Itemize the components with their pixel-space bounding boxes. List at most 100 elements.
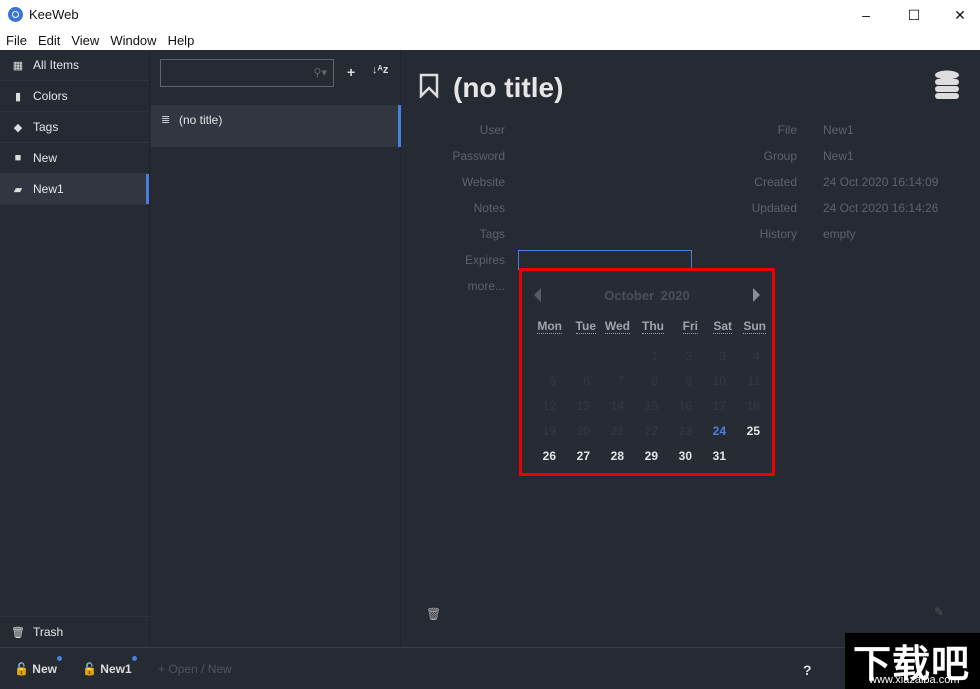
field-label-expires: Expires — [464, 253, 505, 267]
field-label-website: Website — [461, 175, 505, 189]
add-entry-button[interactable]: + — [347, 64, 355, 80]
calendar-day: 19 — [542, 424, 556, 438]
calendar-day: 9 — [685, 374, 692, 388]
expires-input[interactable] — [518, 250, 692, 270]
unsaved-indicator — [57, 656, 62, 661]
menu-help[interactable]: Help — [168, 33, 195, 48]
bookmark-icon[interactable] — [419, 73, 439, 98]
tags-icon: ◆ — [13, 121, 23, 134]
weekday-label: Tue — [575, 319, 596, 334]
calendar-empty-cell — [562, 344, 596, 369]
calendar-empty-cell — [596, 344, 630, 369]
search-icon[interactable]: ⚲▾ — [313, 66, 327, 79]
calendar-day[interactable]: 24 — [698, 419, 732, 444]
field-value-created: 24 Oct 2020 16:14:09 — [823, 175, 939, 189]
calendar-day: 21 — [610, 424, 624, 438]
weekday-header: Mon — [528, 319, 562, 344]
calendar-empty-cell — [528, 344, 562, 369]
calendar-day: 23 — [678, 424, 692, 438]
sidebar-item-label: Tags — [33, 120, 59, 134]
footer-file-new[interactable]: 🔓 New — [14, 662, 57, 676]
calendar-day[interactable]: 31 — [698, 444, 732, 469]
weekday-label: Sun — [743, 319, 766, 334]
menu-window[interactable]: Window — [110, 33, 156, 48]
calendar-day: 16 — [678, 399, 692, 413]
sidebar-item-all-items[interactable]: ▦ All Items — [0, 50, 149, 81]
calendar-day[interactable]: 29 — [630, 444, 664, 469]
sidebar-item-trash[interactable]: 🗑 Trash — [0, 616, 150, 647]
weekday-header: Sat — [698, 319, 732, 344]
weekday-header: Wed — [596, 319, 630, 344]
calendar-day: 12 — [542, 399, 556, 413]
field-label-created: Created — [754, 175, 797, 189]
field-label-tags: Tags — [479, 227, 505, 241]
weekday-header: Tue — [562, 319, 596, 344]
footer-file-new1[interactable]: 🔓 New1 — [82, 662, 132, 676]
sidebar-item-colors[interactable]: ▮ Colors — [0, 81, 149, 112]
calendar-day: 17 — [712, 399, 726, 413]
footer-file-label: New — [32, 662, 57, 676]
trash-icon[interactable]: 🗑 — [426, 607, 441, 621]
maximize-button[interactable]: ☐ — [891, 0, 937, 30]
menu-file[interactable]: File — [6, 33, 27, 48]
sidebar-item-tags[interactable]: ◆ Tags — [0, 112, 149, 143]
search-input[interactable]: ⚲▾ — [160, 59, 334, 87]
sidebar: ▦ All Items ▮ Colors ◆ Tags ■ New ▰ New1… — [0, 50, 150, 647]
entry-list-pane: ⚲▾ + ↓ᴬz ≣ (no title) — [151, 50, 401, 647]
database-icon: ≣ — [161, 114, 171, 126]
close-button[interactable]: ✕ — [937, 0, 980, 30]
sidebar-item-label: Colors — [33, 89, 68, 103]
minimize-button[interactable]: – — [843, 0, 889, 30]
folder-open-icon: ▰ — [13, 183, 23, 196]
calendar-day[interactable]: 27 — [562, 444, 596, 469]
calendar-day[interactable]: 25 — [732, 419, 766, 444]
open-new-button[interactable]: + Open / New — [158, 662, 232, 676]
database-icon[interactable] — [934, 70, 960, 100]
sidebar-item-new[interactable]: ■ New — [0, 143, 149, 174]
sidebar-item-label: Trash — [33, 625, 64, 639]
app-icon — [8, 7, 23, 22]
weekday-label: Mon — [537, 319, 562, 334]
help-button[interactable]: ? — [803, 662, 812, 678]
footer-bar: 🔓 New 🔓 New1 + Open / New ? — [0, 647, 980, 689]
weekday-label: Thu — [642, 319, 664, 334]
calendar-day: 8 — [651, 374, 658, 388]
menu-bar: File Edit View Window Help — [0, 30, 980, 50]
weekday-header: Thu — [630, 319, 664, 344]
calendar-day[interactable]: 30 — [664, 444, 698, 469]
calendar-day: 4 — [753, 349, 760, 363]
calendar-day[interactable]: 26 — [528, 444, 562, 469]
menu-view[interactable]: View — [71, 33, 99, 48]
field-label-updated: Updated — [751, 201, 797, 215]
calendar-day: 14 — [610, 399, 624, 413]
field-value-group[interactable]: New1 — [823, 149, 854, 163]
calendar-day: 11 — [747, 374, 760, 388]
calendar-day[interactable]: 28 — [596, 444, 630, 469]
calendar-day: 10 — [712, 374, 726, 388]
calendar-grid: Mon Tue Wed Thu Fri Sat Sun 1 2 3 4 5 6 7 8 9 10 11 12 13 14… — [528, 319, 766, 469]
bookmark-icon: ▮ — [14, 90, 22, 103]
watermark-url: www.xiazaiba.com — [869, 674, 960, 686]
weekday-header: Fri — [664, 319, 698, 344]
list-item[interactable]: ≣ (no title) — [151, 105, 401, 147]
calendar-day: 3 — [719, 349, 726, 363]
calendar-day: 1 — [651, 349, 658, 363]
date-picker: October 2020 Mon Tue Wed Thu Fri Sat Sun 1 2 3 4 5 6… — [519, 268, 775, 476]
entry-title-heading[interactable]: (no title) — [453, 72, 563, 104]
weekday-label: Fri — [682, 319, 698, 334]
sort-button[interactable]: ↓ᴬz — [372, 64, 388, 76]
menu-edit[interactable]: Edit — [38, 33, 60, 48]
calendar-day: 22 — [644, 424, 658, 438]
attachment-icon[interactable]: ✎ — [934, 605, 944, 619]
sidebar-item-label: All Items — [33, 58, 80, 72]
footer-file-label: New1 — [100, 662, 132, 676]
trash-icon: 🗑 — [11, 626, 25, 639]
field-label-file: File — [777, 123, 797, 137]
calendar-month-label: October 2020 — [522, 288, 772, 303]
calendar-day: 15 — [644, 399, 658, 413]
app-body: ▦ All Items ▮ Colors ◆ Tags ■ New ▰ New1… — [0, 50, 980, 689]
sidebar-item-new1[interactable]: ▰ New1 — [0, 174, 149, 205]
more-fields-link[interactable]: more... — [402, 279, 505, 293]
next-month-icon[interactable] — [753, 288, 760, 302]
field-value-history[interactable]: empty — [823, 227, 856, 241]
